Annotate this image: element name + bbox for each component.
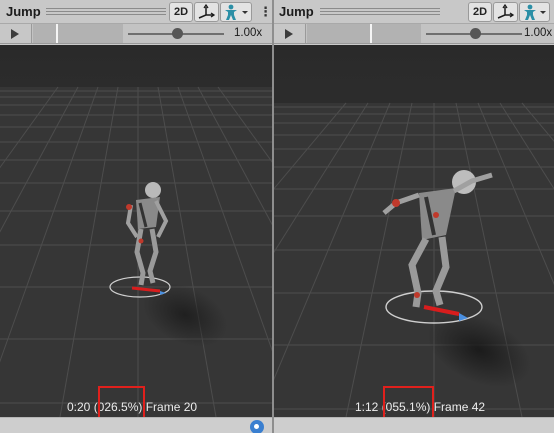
speed-slider-knob[interactable] xyxy=(172,28,183,39)
chevron-down-icon xyxy=(540,11,546,14)
pivot-axis-icon xyxy=(198,3,216,19)
clip-title: Jump xyxy=(279,4,314,19)
speed-slider-knob[interactable] xyxy=(470,28,481,39)
speed-label: 1.00x xyxy=(524,27,553,39)
avatar-preview-dropdown[interactable] xyxy=(519,2,550,22)
animation-preview-window: Jump 2D ⋮ 1.00x 0:20 (026.5%) Frame 20 J… xyxy=(0,0,554,433)
drag-grip[interactable] xyxy=(46,8,166,15)
avatar-body-icon xyxy=(225,4,248,20)
preview-title-bar[interactable]: Jump 2D xyxy=(274,0,554,24)
clip-title: Jump xyxy=(6,4,41,19)
drag-grip[interactable] xyxy=(320,8,440,15)
status-bar xyxy=(274,417,554,433)
play-icon xyxy=(11,29,19,39)
play-button[interactable] xyxy=(0,24,32,43)
scene-viewport[interactable] xyxy=(0,45,272,417)
pivot-axis-icon xyxy=(497,3,515,19)
avatar-preview-dropdown[interactable] xyxy=(220,2,252,22)
preview-panel-right: Jump 2D 1.00x 1:12 (055.1%) Frame 42 xyxy=(274,0,554,433)
kebab-menu-icon[interactable]: ⋮ xyxy=(259,3,272,21)
playhead[interactable] xyxy=(56,24,58,43)
toggle-2d-button[interactable]: 2D xyxy=(169,2,193,22)
speed-label: 1.00x xyxy=(234,27,263,39)
status-bar xyxy=(0,417,272,433)
playback-controls: 1.00x xyxy=(0,24,272,44)
play-icon xyxy=(285,29,293,39)
avatar-body-icon xyxy=(524,4,546,20)
pivot-axis-button[interactable] xyxy=(493,2,518,22)
percent-highlight xyxy=(383,386,434,420)
preview-panel-left: Jump 2D ⋮ 1.00x 0:20 (026.5%) Frame 20 xyxy=(0,0,272,433)
playback-timeline[interactable] xyxy=(33,24,123,43)
asset-bundle-icon[interactable] xyxy=(250,420,264,433)
scene-viewport[interactable] xyxy=(274,45,554,417)
percent-highlight xyxy=(98,386,145,420)
playback-controls: 1.00x xyxy=(274,24,554,44)
playhead[interactable] xyxy=(370,24,372,43)
preview-title-bar[interactable]: Jump 2D ⋮ xyxy=(0,0,272,24)
pivot-axis-button[interactable] xyxy=(194,2,219,22)
toggle-2d-button[interactable]: 2D xyxy=(468,2,492,22)
playback-timeline[interactable] xyxy=(307,24,421,43)
chevron-down-icon xyxy=(242,11,248,14)
play-button[interactable] xyxy=(274,24,306,43)
